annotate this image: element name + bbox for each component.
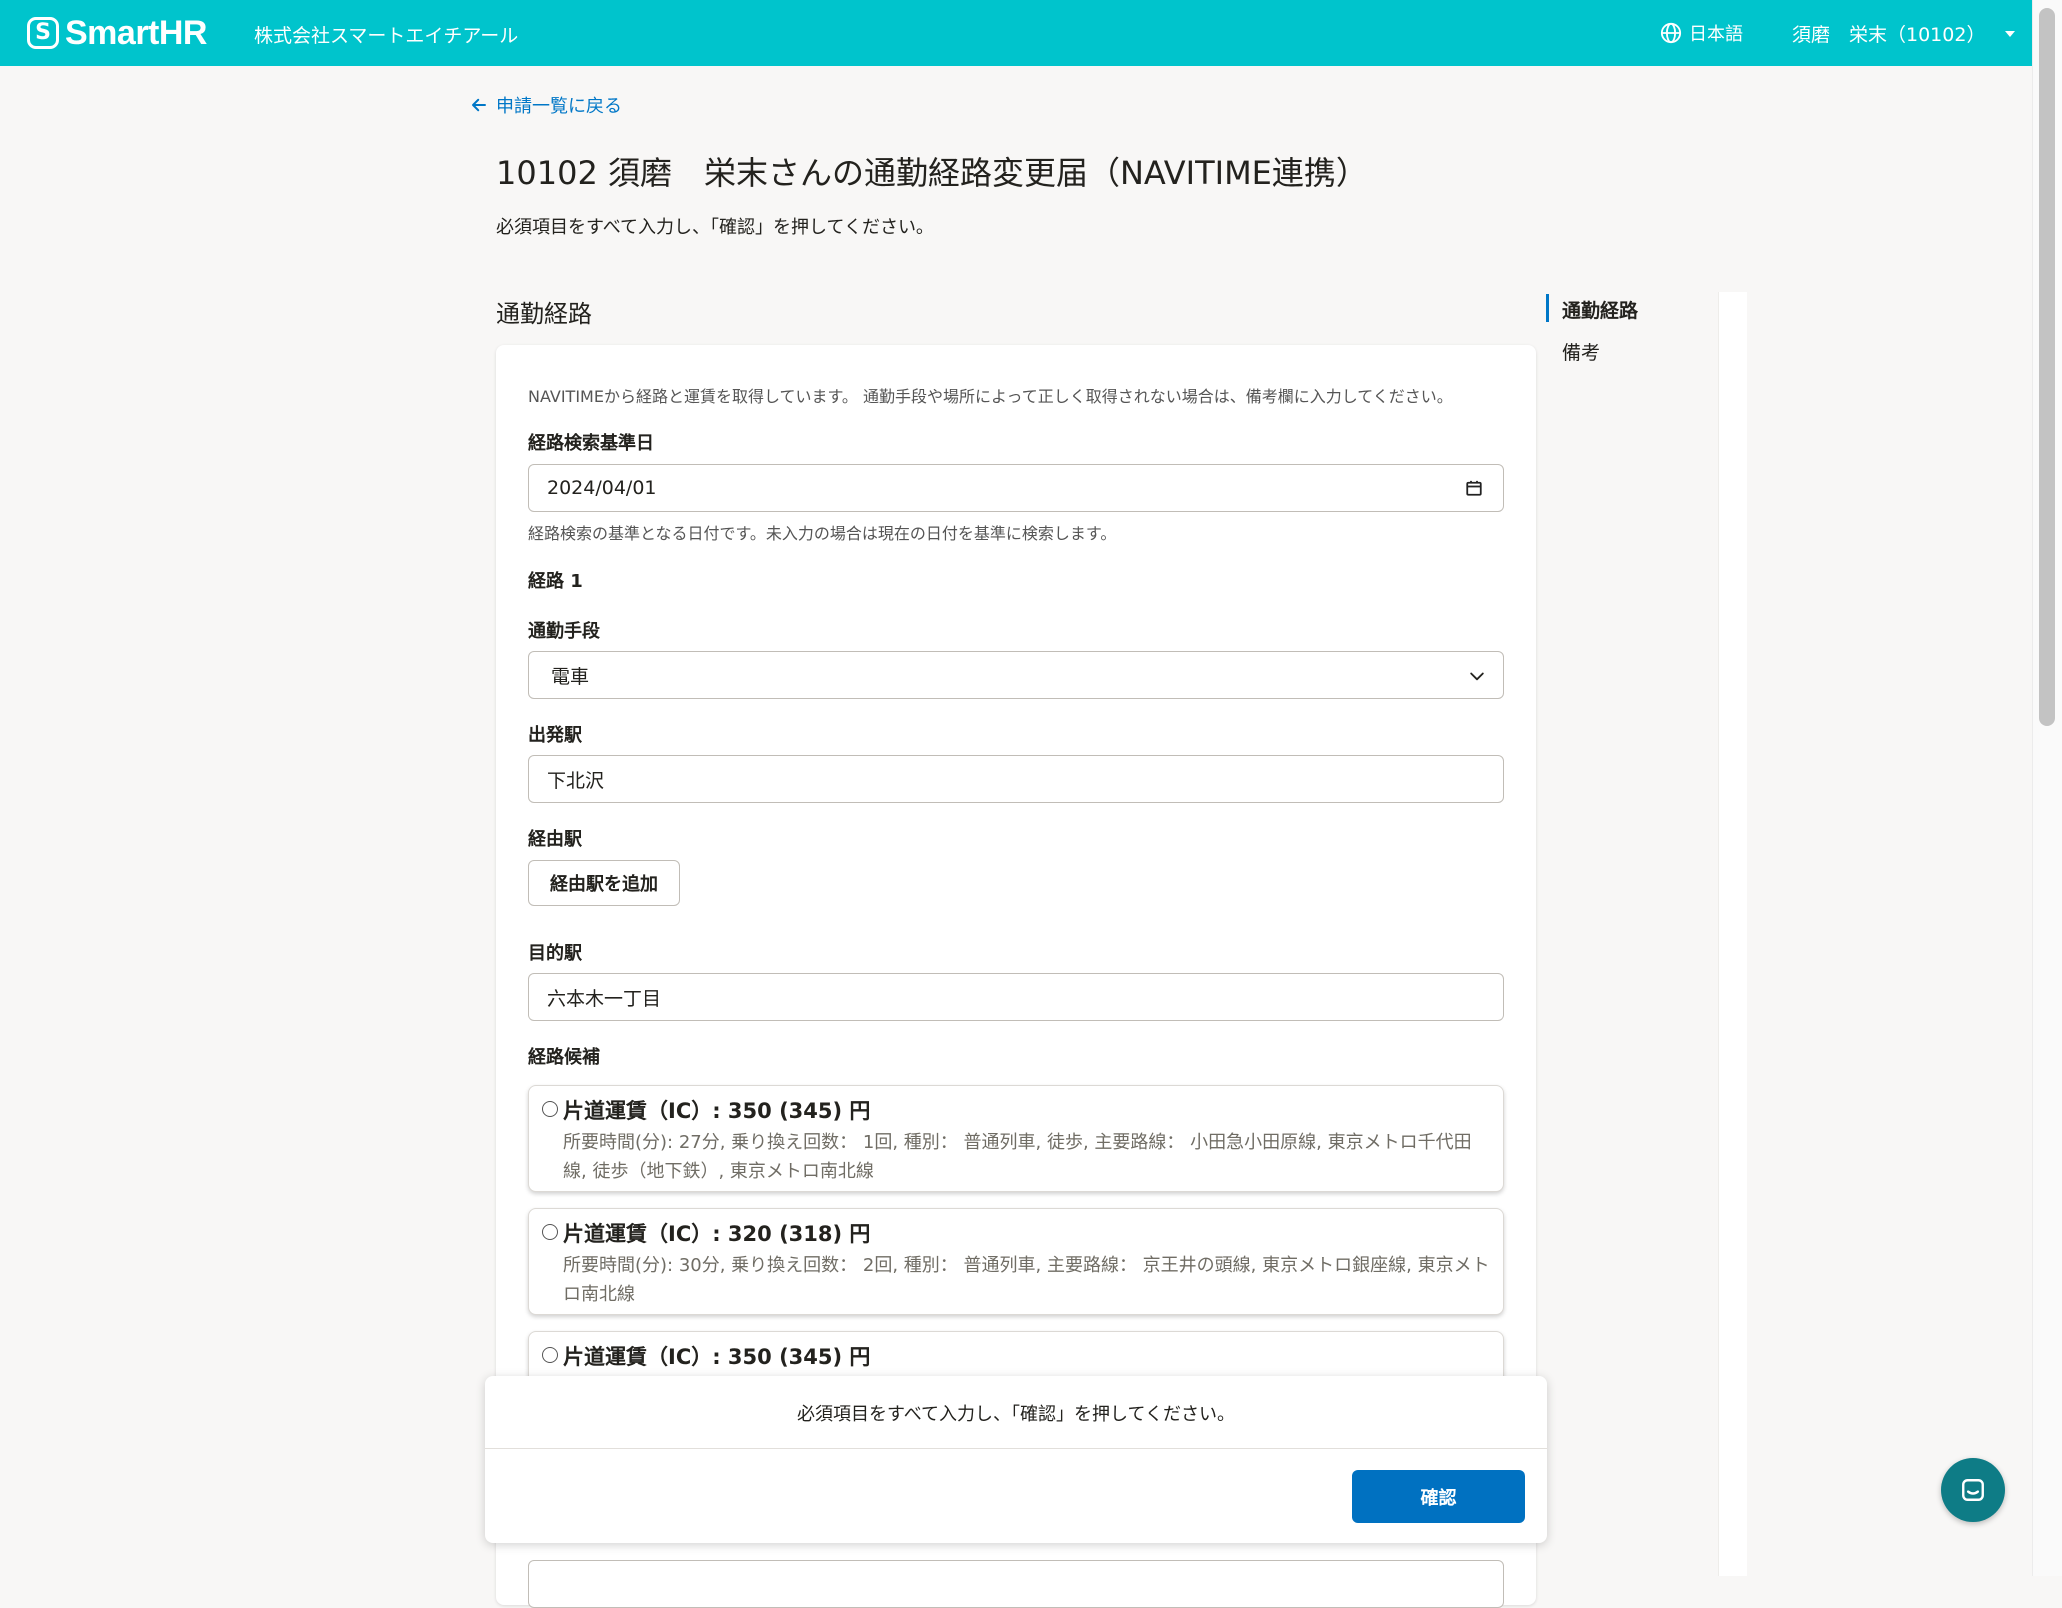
search-date-help: 経路検索の基準となる日付です。未入力の場合は現在の日付を基準に検索します。 — [528, 524, 1117, 543]
route-radio[interactable] — [542, 1224, 558, 1240]
transport-label: 通勤手段 — [528, 621, 600, 642]
route-radio[interactable] — [542, 1101, 558, 1117]
tenant-name: 株式会社スマートエイチアール — [254, 25, 519, 47]
chevron-down-icon — [1470, 672, 1484, 681]
partially-hidden-input[interactable] — [528, 1560, 1504, 1608]
section-title: 通勤経路 — [496, 300, 592, 328]
logo-text: SmartHR — [65, 13, 207, 52]
logo-mark-icon: S — [27, 17, 59, 49]
route-fare: 片道運賃（IC）: 350 (345) 円 — [563, 1345, 871, 1369]
caret-down-icon — [2005, 30, 2016, 37]
destination-label: 目的駅 — [528, 943, 582, 964]
departure-input[interactable]: 下北沢 — [528, 755, 1504, 803]
route-fare: 片道運賃（IC）: 320 (318) 円 — [563, 1222, 871, 1246]
language-switcher[interactable]: 日本語 — [1660, 20, 1743, 46]
globe-icon — [1660, 22, 1682, 44]
search-date-input[interactable]: 2024/04/01 — [528, 464, 1504, 512]
active-indicator — [1546, 294, 1549, 322]
back-link-label: 申請一覧に戻る — [496, 96, 622, 117]
confirm-button[interactable]: 確認 — [1352, 1470, 1525, 1523]
route-candidate[interactable]: 片道運賃（IC）: 320 (318) 円 所要時間(分): 30分, 乗り換え… — [528, 1208, 1504, 1315]
route-candidate[interactable]: 片道運賃（IC）: 350 (345) 円 所要時間(分): 27分, 乗り換え… — [528, 1085, 1504, 1192]
search-date-value: 2024/04/01 — [547, 477, 657, 499]
action-bar-message: 必須項目をすべて入力し、「確認」を押してください。 — [797, 1404, 1235, 1425]
arrow-left-icon — [472, 98, 486, 112]
scrollbar-thumb[interactable] — [2039, 8, 2055, 726]
departure-label: 出発駅 — [528, 725, 582, 746]
route-heading: 経路 1 — [528, 571, 583, 592]
app-header: S SmartHR 株式会社スマートエイチアール 日本語 須磨 栄末（10102… — [0, 0, 2032, 66]
via-label: 経由駅 — [528, 829, 582, 850]
transport-value: 電車 — [551, 665, 590, 688]
candidates-label: 経路候補 — [528, 1047, 600, 1068]
page-description: 必須項目をすべて入力し、「確認」を押してください。 — [496, 217, 934, 238]
page-title: 10102 須磨 栄末さんの通勤経路変更届（NAVITIME連携） — [496, 154, 1368, 192]
action-bar: 必須項目をすべて入力し、「確認」を押してください。 確認 — [485, 1376, 1547, 1543]
back-to-list-link[interactable]: 申請一覧に戻る — [470, 92, 622, 118]
user-name: 須磨 栄末（10102） — [1792, 24, 1986, 46]
destination-input[interactable]: 六本木一丁目 — [528, 973, 1504, 1021]
route-detail: 所要時間(分): 27分, 乗り換え回数： 1回, 種別： 普通列車, 徒歩, … — [563, 1132, 1472, 1182]
calendar-icon[interactable] — [1465, 479, 1483, 497]
chat-button[interactable] — [1941, 1458, 2005, 1522]
add-via-station-button[interactable]: 経由駅を追加 — [528, 860, 680, 906]
search-date-label: 経路検索基準日 — [528, 433, 654, 454]
sidenav-item-remarks[interactable]: 備考 — [1562, 338, 1600, 365]
language-label: 日本語 — [1689, 24, 1743, 45]
smarthr-logo[interactable]: S SmartHR — [27, 14, 207, 52]
navitime-note: NAVITIMEから経路と運賃を取得しています。 通勤手段や場所によって正しく取… — [528, 387, 1453, 406]
departure-value: 下北沢 — [547, 769, 605, 792]
transport-select[interactable]: 電車 — [528, 651, 1504, 699]
route-detail: 所要時間(分): 30分, 乗り換え回数： 2回, 種別： 普通列車, 主要路線… — [563, 1255, 1490, 1305]
action-bar-divider — [485, 1448, 1547, 1449]
route-radio[interactable] — [542, 1347, 558, 1363]
user-menu[interactable]: 須磨 栄末（10102） — [1792, 20, 2016, 47]
sidenav-item-route[interactable]: 通勤経路 — [1562, 296, 1638, 323]
route-fare: 片道運賃（IC）: 350 (345) 円 — [563, 1099, 871, 1123]
destination-value: 六本木一丁目 — [547, 987, 662, 1010]
chat-icon — [1962, 1479, 1984, 1501]
sidenav-divider — [1718, 292, 1747, 1576]
